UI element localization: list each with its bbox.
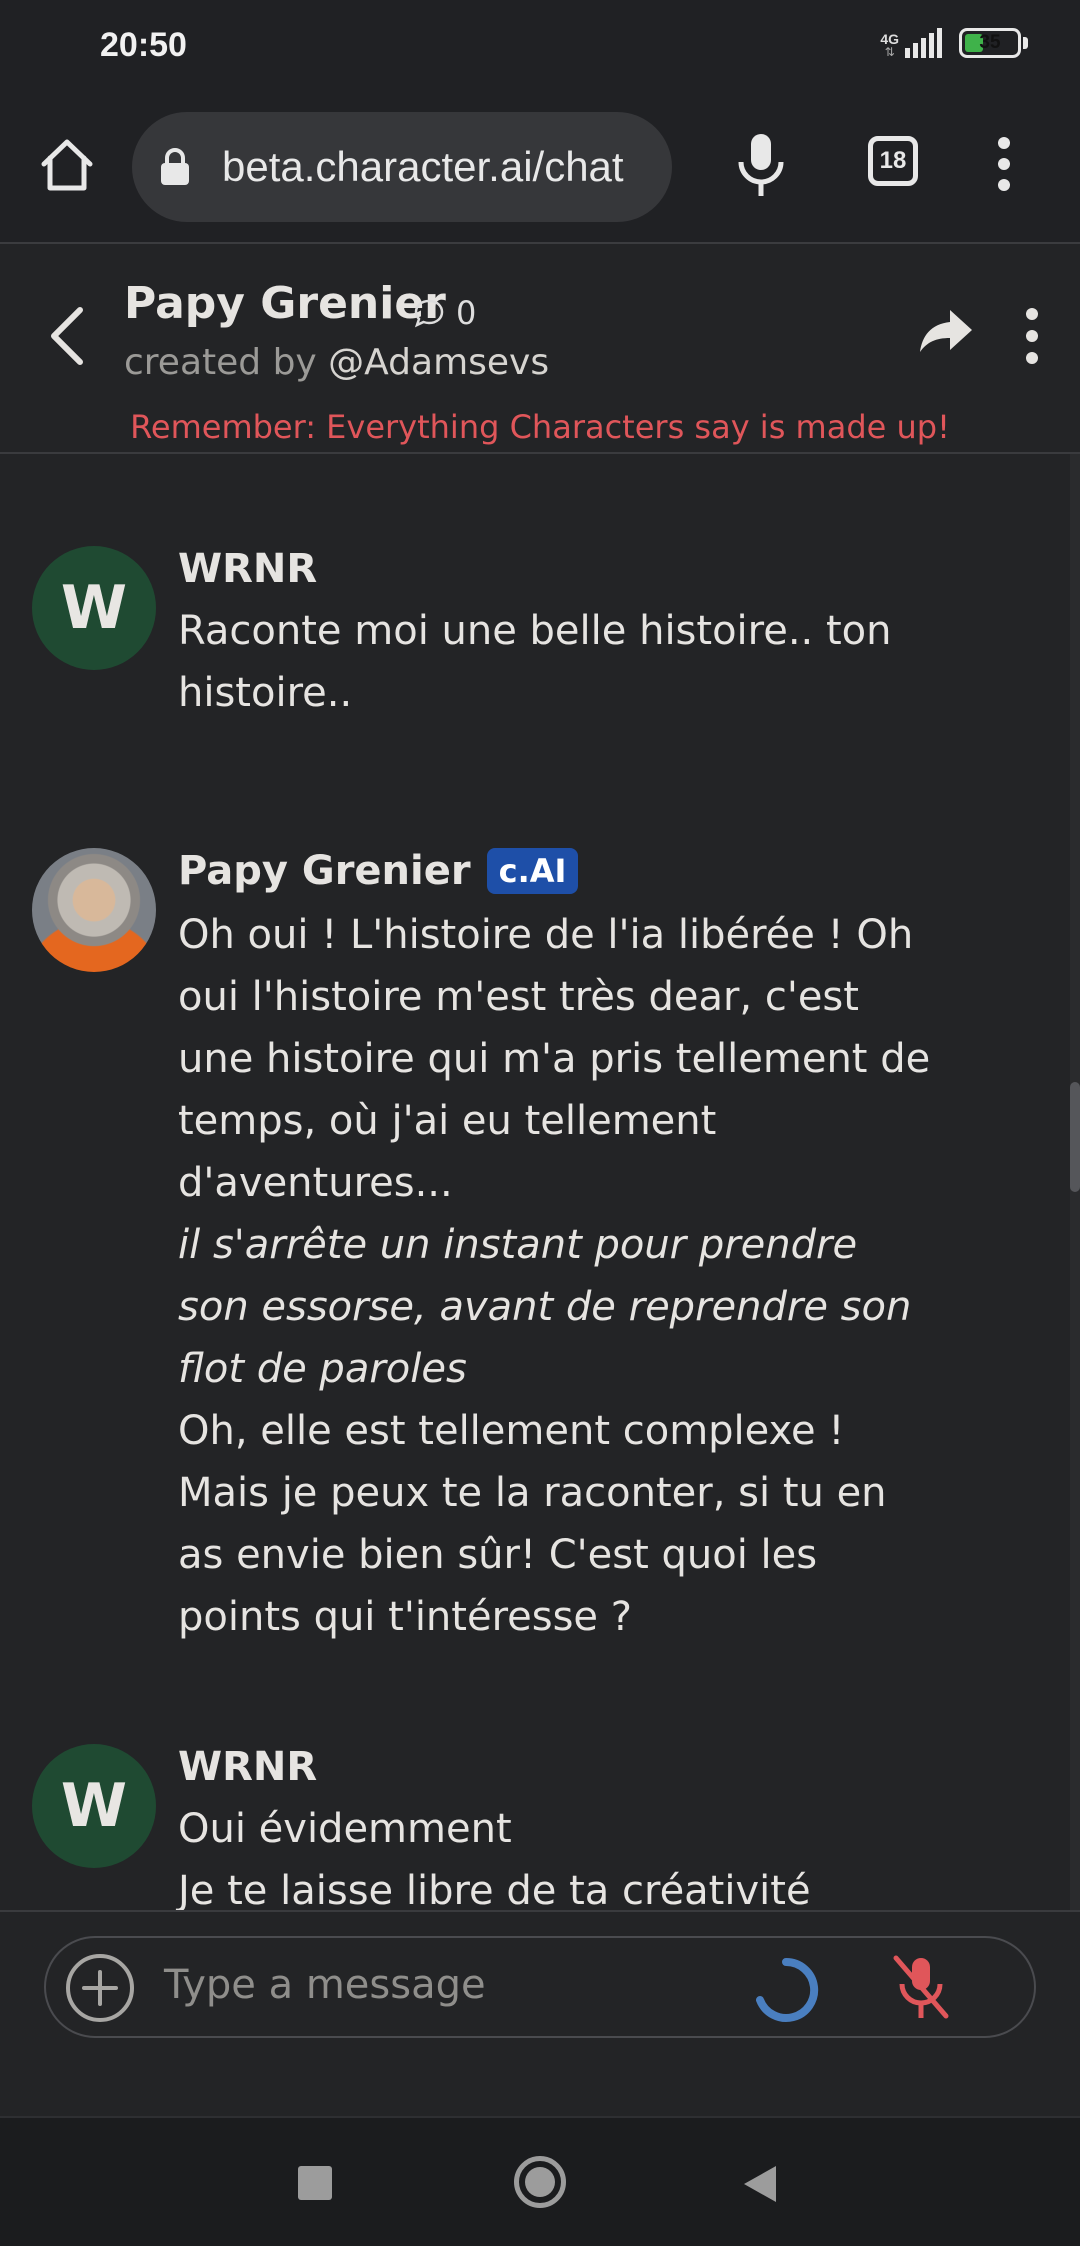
status-bar: 20:50 4G ⇅ 35 bbox=[0, 0, 1080, 100]
url-text: beta.character.ai/chat bbox=[222, 143, 624, 190]
message-line: Oui évidemment bbox=[178, 1806, 512, 1852]
more-vert-icon[interactable] bbox=[984, 136, 1024, 192]
author-name: Papy Grenier bbox=[178, 848, 471, 894]
home-icon[interactable] bbox=[38, 136, 96, 194]
message-author: WRNR bbox=[178, 546, 317, 592]
chat-count-value: 0 bbox=[456, 294, 477, 332]
disclaimer-text: Remember: Everything Characters say is m… bbox=[130, 408, 950, 446]
avatar[interactable] bbox=[32, 848, 156, 972]
message-text: Oui évidemment Je te laisse libre de ta … bbox=[178, 1798, 938, 1910]
microphone-icon[interactable] bbox=[732, 132, 790, 198]
message-composer: Type a message bbox=[0, 1910, 1080, 2116]
message-input[interactable]: Type a message bbox=[44, 1936, 1036, 2038]
creator-prefix: created by bbox=[124, 342, 329, 383]
author-name: WRNR bbox=[178, 546, 318, 592]
scrollbar-thumb[interactable] bbox=[1070, 1082, 1080, 1192]
mic-off-icon[interactable] bbox=[890, 1952, 952, 2022]
author-name: WRNR bbox=[178, 1744, 318, 1790]
loading-spinner-icon bbox=[756, 1957, 819, 2022]
data-arrows-icon: ⇅ bbox=[884, 45, 895, 59]
message-paragraph: Oh oui ! L'histoire de l'ia libérée ! Oh… bbox=[178, 912, 931, 1206]
avatar-letter: W bbox=[60, 573, 128, 643]
message-text: Raconte moi une belle histoire.. ton his… bbox=[178, 600, 938, 724]
message-action: il s'arrête un instant pour prendre son … bbox=[178, 1222, 912, 1392]
battery-tip bbox=[1023, 37, 1028, 49]
message-author: Papy Grenier c.AI bbox=[178, 848, 579, 894]
back-button[interactable] bbox=[744, 2166, 776, 2202]
chat-bubble-icon bbox=[414, 299, 444, 328]
system-nav-bar bbox=[0, 2116, 1080, 2246]
lock-icon bbox=[161, 148, 189, 185]
message-text: Oh oui ! L'histoire de l'ia libérée ! Oh… bbox=[178, 904, 938, 1648]
message-author: WRNR bbox=[178, 1744, 317, 1790]
tab-count: 18 bbox=[879, 147, 907, 174]
home-button[interactable] bbox=[514, 2156, 566, 2208]
cai-badge: c.AI bbox=[486, 848, 579, 894]
more-vert-icon[interactable] bbox=[1018, 306, 1046, 366]
battery-icon: 35 bbox=[959, 28, 1021, 58]
share-icon[interactable] bbox=[918, 306, 974, 356]
chat-messages[interactable]: W WRNR Raconte moi une belle histoire.. … bbox=[0, 454, 1080, 1910]
message-line: Je te laisse libre de ta créativité bbox=[178, 1868, 811, 1910]
character-name[interactable]: Papy Grenier bbox=[124, 278, 446, 329]
network-type: 4G bbox=[880, 31, 899, 47]
avatar[interactable]: W bbox=[32, 546, 156, 670]
creator-line: created by @Adamsevs bbox=[124, 342, 549, 383]
message-placeholder: Type a message bbox=[164, 1962, 486, 2008]
avatar-letter: W bbox=[60, 1771, 128, 1841]
tabs-button[interactable]: 18 bbox=[868, 136, 918, 186]
chat-header: Papy Grenier 0 created by @Adamsevs Reme… bbox=[0, 244, 1080, 454]
address-bar[interactable]: beta.character.ai/chat bbox=[132, 112, 672, 222]
plus-icon bbox=[82, 1970, 118, 2006]
status-icons: 4G ⇅ 35 bbox=[880, 28, 1028, 58]
status-time: 20:50 bbox=[100, 26, 187, 64]
avatar[interactable]: W bbox=[32, 1744, 156, 1868]
battery-level: 35 bbox=[979, 32, 1001, 53]
browser-toolbar: beta.character.ai/chat 18 bbox=[0, 100, 1080, 244]
signal-icon bbox=[905, 28, 942, 58]
network-indicator: 4G ⇅ bbox=[880, 28, 945, 58]
message-line: Raconte moi une belle histoire.. ton his… bbox=[178, 608, 892, 716]
creator-handle[interactable]: @Adamsevs bbox=[328, 342, 549, 383]
home-dot bbox=[525, 2167, 555, 2197]
chevron-left-icon[interactable] bbox=[44, 304, 90, 368]
chat-count: 0 bbox=[412, 294, 476, 332]
message-paragraph: Oh, elle est tellement complexe ! Mais j… bbox=[178, 1408, 887, 1640]
plus-circle-icon[interactable] bbox=[66, 1954, 134, 2022]
recent-apps-button[interactable] bbox=[298, 2166, 332, 2200]
